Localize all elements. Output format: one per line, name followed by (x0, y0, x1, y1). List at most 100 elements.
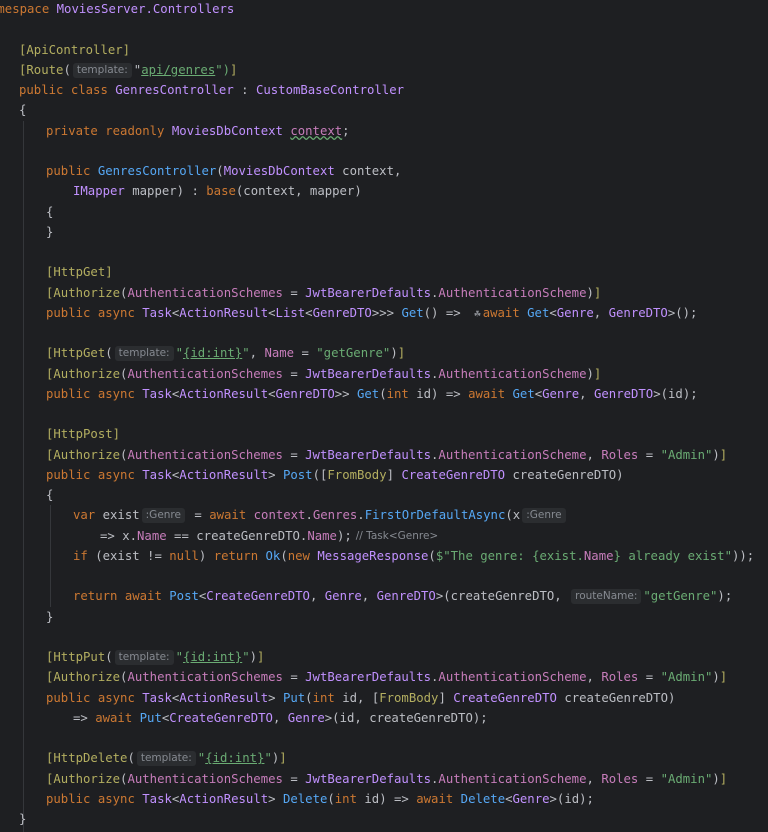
code-token: HttpGet (53, 265, 106, 280)
code-token: MessageResponse (317, 548, 429, 563)
code-token: mapper) : (124, 184, 207, 199)
code-line[interactable]: private readonly MoviesDbContext context… (46, 121, 350, 141)
code-token: AuthenticationScheme (438, 285, 587, 300)
code-line[interactable]: [Authorize(AuthenticationSchemes = JwtBe… (46, 667, 727, 687)
code-token: ) (249, 650, 258, 664)
code-line[interactable]: => await Put<CreateGenreDTO, Genre>(id, … (73, 708, 488, 728)
code-token: { (19, 103, 27, 118)
code-token: ApiController (26, 42, 123, 57)
code-token: ActionResult (179, 305, 269, 320)
code-line[interactable]: [Route(template: "api/genres")] (19, 60, 237, 80)
code-token: public (46, 467, 91, 482)
code-token: ] (112, 427, 121, 442)
code-token: ); (336, 528, 352, 543)
code-token: HttpGet (53, 346, 106, 361)
code-line[interactable]: } (46, 607, 53, 627)
code-token: ] (257, 650, 265, 664)
code-token: >(id); (653, 386, 698, 401)
code-token: "Admin" (660, 670, 713, 685)
code-token: ") (215, 62, 231, 77)
code-line[interactable]: { (19, 100, 26, 120)
code-token: AuthenticationSchemes (127, 670, 283, 685)
code-token: readonly (105, 123, 165, 138)
code-line[interactable]: => x.Name == createGenreDTO.Name);// Tas… (100, 526, 438, 546)
code-line[interactable]: [ApiController] (19, 40, 130, 60)
code-line[interactable]: [Authorize(AuthenticationSchemes = JwtBe… (46, 445, 727, 465)
code-line[interactable]: public async Task<ActionResult> Post([Fr… (46, 465, 624, 485)
code-token: (context, mapper) (235, 184, 362, 199)
code-token: Roles (601, 670, 639, 685)
code-editor[interactable]: amespace MoviesServer.Controllers [ApiCon… (0, 0, 768, 832)
code-token: Authorize (53, 771, 121, 786)
code-line[interactable]: [HttpPost] (46, 424, 120, 444)
code-token: CustomBaseController (255, 83, 405, 97)
code-token: context (290, 123, 343, 138)
code-line[interactable]: [HttpGet] (46, 262, 113, 282)
code-token: AuthenticationScheme (438, 447, 587, 462)
code-token: public (46, 386, 91, 401)
code-line[interactable]: } (19, 809, 26, 829)
code-line[interactable]: [Authorize(AuthenticationSchemes = JwtBe… (46, 283, 601, 303)
code-token: JwtBearerDefaults (305, 285, 432, 300)
code-line[interactable]: public async Task<ActionResult<List<Genr… (46, 303, 697, 323)
code-token: public (46, 690, 91, 705)
code-token: () => (423, 305, 469, 320)
codelens-icon[interactable]: ☘ (474, 304, 481, 324)
code-line[interactable]: return await Post<CreateGenreDTO, Genre,… (73, 586, 732, 606)
code-token: Authorize (53, 366, 121, 381)
code-token: exist (95, 508, 140, 523)
code-token: ( (127, 751, 135, 766)
code-token: JwtBearerDefaults (305, 771, 432, 786)
code-line[interactable]: } (46, 222, 53, 242)
code-token: await (416, 791, 454, 806)
code-line[interactable]: IMapper mapper) : base(context, mapper) (73, 181, 362, 201)
code-token: List (275, 305, 306, 320)
code-line[interactable]: public GenresController(MoviesDbContext … (46, 161, 401, 181)
code-token: AuthenticationSchemes (127, 771, 283, 786)
code-token: Route (26, 62, 64, 77)
code-token: , (586, 771, 602, 786)
code-token: ] (122, 42, 131, 57)
code-token: Genre (512, 791, 550, 806)
code-token: Delete (460, 791, 506, 806)
code-token: = (638, 670, 661, 685)
code-token: Roles (601, 771, 639, 786)
code-line[interactable]: [HttpGet(template: "{id:int}", Name = "ge… (46, 343, 405, 363)
code-line[interactable]: { (46, 202, 53, 222)
code-token: MoviesDbContext (223, 164, 335, 178)
code-token: async (97, 791, 135, 806)
code-line[interactable]: public async Task<ActionResult<GenreDTO>… (46, 384, 698, 404)
code-token: = (638, 771, 661, 786)
code-token: Task (142, 690, 172, 705)
code-token: Task (142, 305, 172, 320)
code-line[interactable]: [HttpDelete(template: "{id:int}")] (46, 748, 287, 768)
code-line[interactable]: public async Task<ActionResult> Put(int … (46, 688, 675, 708)
code-token: ] (230, 62, 238, 77)
code-token: >(createGenreDTO, (435, 589, 570, 604)
code-token: ] (279, 751, 287, 766)
code-line[interactable]: [HttpPut(template: "{id:int}")] (46, 647, 264, 667)
code-token: Ok (265, 548, 281, 563)
code-token: => x. (100, 528, 138, 543)
code-line[interactable]: public class GenresController : CustomBa… (19, 80, 404, 100)
code-token: JwtBearerDefaults (305, 447, 432, 462)
code-line[interactable]: amespace MoviesServer.Controllers (0, 0, 234, 19)
code-token: == createGenreDTO. (166, 528, 308, 543)
code-token: ( (305, 690, 313, 705)
code-token: , (272, 710, 288, 725)
code-line[interactable]: { (46, 485, 53, 505)
code-line[interactable]: [Authorize(AuthenticationSchemes = JwtBe… (46, 364, 601, 384)
code-token: await (124, 589, 162, 604)
code-token: "Admin" (660, 447, 713, 462)
code-line[interactable]: if (exist != null) return Ok(new Message… (73, 546, 754, 566)
code-token: AuthenticationScheme (438, 771, 587, 786)
code-line[interactable]: public async Task<ActionResult> Delete(i… (46, 789, 594, 809)
code-token: Get (527, 305, 550, 320)
code-token: < (268, 386, 276, 401)
code-line[interactable]: var exist:Genre = await context.Genres.F… (73, 505, 568, 525)
code-token: ( (105, 650, 113, 664)
code-token: Genre (542, 386, 580, 401)
code-line[interactable]: [Authorize(AuthenticationSchemes = JwtBe… (46, 769, 727, 789)
